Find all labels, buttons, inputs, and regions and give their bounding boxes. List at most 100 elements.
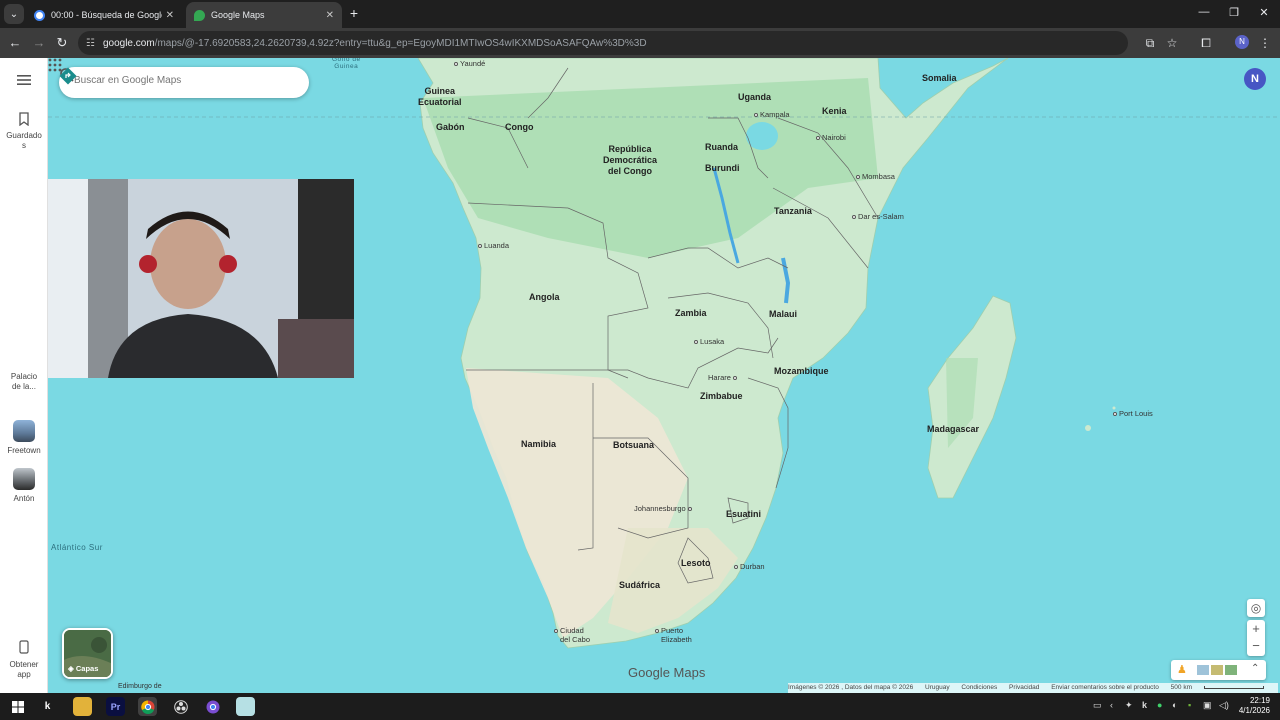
zoom-out-button[interactable]: − [1247, 637, 1265, 654]
country-label-somalia[interactable]: Somalia [922, 73, 957, 84]
country-label-tanzania[interactable]: Tanzania [774, 206, 812, 217]
country-label-rwanda[interactable]: Ruanda [705, 142, 738, 153]
site-info-icon[interactable]: ☷ [86, 38, 95, 49]
terrain-thumb[interactable] [1211, 665, 1223, 675]
imagery-thumb[interactable] [1197, 665, 1209, 675]
tray-icon[interactable]: ▭ [1093, 700, 1102, 711]
restore-button[interactable]: ❐ [1226, 6, 1242, 19]
tab-search-button[interactable]: ⌄ [4, 4, 24, 24]
kick-app-icon[interactable]: k [38, 697, 57, 716]
notepad-icon[interactable] [236, 697, 255, 716]
city-label[interactable]: Ciudad del Cabo [554, 626, 590, 644]
premiere-icon[interactable]: Pr [106, 697, 125, 716]
clock-date: 4/1/2026 [1238, 706, 1270, 715]
country-label-namibia[interactable]: Namibia [521, 439, 556, 450]
country-label-mozambique[interactable]: Mozambique [774, 366, 829, 377]
edge-place-label: Edimburgo de [118, 683, 162, 690]
tray-icon[interactable]: ◐ [1172, 700, 1177, 710]
city-label[interactable]: Nairobi [816, 133, 846, 142]
country-label-angola[interactable]: Angola [529, 292, 560, 303]
close-icon[interactable]: ✕ [326, 10, 334, 21]
maps-pin-icon [194, 9, 205, 21]
tab-google-maps[interactable]: Google Maps ✕ [186, 2, 342, 28]
browser-profile-avatar[interactable]: N [1235, 35, 1249, 49]
city-label[interactable]: Port Louis [1113, 409, 1153, 418]
account-avatar[interactable]: N [1244, 68, 1266, 90]
country-label-zambia[interactable]: Zambia [675, 308, 707, 319]
city-label[interactable]: Yaundé [454, 59, 485, 68]
obs-icon[interactable] [171, 697, 190, 716]
country-label-south-africa[interactable]: Sudáfrica [619, 580, 660, 591]
scale-bar [1203, 685, 1264, 689]
city-label[interactable]: Puerto Elizabeth [655, 626, 692, 644]
scale-label[interactable]: 500 km [1171, 684, 1192, 691]
forward-button[interactable]: → [30, 34, 48, 52]
new-tab-button[interactable]: + [346, 5, 362, 21]
country-label-zimbabwe[interactable]: Zimbabue [700, 391, 743, 402]
tray-icon[interactable]: k [1142, 700, 1147, 710]
menu-dots-icon[interactable]: ⋮ [1256, 34, 1274, 52]
tray-icon[interactable]: ‹ [1110, 700, 1113, 710]
sidebar-item-recent-1[interactable]: Palacio de la... [0, 372, 48, 392]
apps-grid-icon[interactable] [48, 58, 62, 72]
sidebar-item-recent-2[interactable]: Freetown [0, 420, 48, 456]
star-icon[interactable]: ☆ [1163, 34, 1181, 52]
country-label-uganda[interactable]: Uganda [738, 92, 771, 103]
close-window-button[interactable]: ✕ [1256, 6, 1272, 19]
close-icon[interactable]: ✕ [166, 10, 174, 21]
country-label-kenya[interactable]: Kenia [822, 106, 847, 117]
country-label-burundi[interactable]: Burundi [705, 163, 740, 174]
city-label[interactable]: Harare [708, 373, 739, 382]
city-label[interactable]: Kampala [754, 110, 790, 119]
city-label[interactable]: Durban [734, 562, 765, 571]
city-label[interactable]: Mombasa [856, 172, 895, 181]
zoom-in-button[interactable]: + [1247, 620, 1265, 637]
start-button[interactable] [8, 697, 27, 716]
reload-button[interactable]: ↻ [53, 34, 71, 52]
city-label[interactable]: Luanda [478, 241, 509, 250]
city-label[interactable]: Dar es-Salam [852, 212, 904, 221]
minimize-button[interactable]: — [1196, 6, 1212, 18]
country-label-congo[interactable]: Congo [505, 122, 534, 133]
city-label[interactable]: Lusaka [694, 337, 724, 346]
back-button[interactable]: ← [6, 34, 24, 52]
tab-google-search[interactable]: 00:00 - Búsqueda de Google ✕ [26, 2, 182, 28]
google-icon [34, 9, 45, 21]
extensions-icon[interactable]: ⧠ [1197, 34, 1215, 52]
tray-icon[interactable]: ▪ [1188, 700, 1191, 710]
chrome-icon[interactable] [138, 697, 157, 716]
system-clock[interactable]: 22:19 4/1/2026 [1236, 696, 1270, 716]
country-label-equatorial-guinea[interactable]: Guinea Ecuatorial [418, 86, 462, 108]
country-label-gabon[interactable]: Gabón [436, 122, 465, 133]
country-label-eswatini[interactable]: Esuatini [726, 509, 761, 520]
country-link[interactable]: Uruguay [925, 684, 950, 691]
country-label-madagascar[interactable]: Madagascar [927, 424, 979, 435]
tray-icon[interactable]: ● [1157, 700, 1162, 710]
search-input[interactable] [74, 75, 244, 86]
sidebar-item-recent-3[interactable]: Antón [0, 468, 48, 504]
chevron-up-icon[interactable]: ⌃ [1251, 663, 1259, 674]
sidebar-item-saved[interactable]: Guardado s [0, 112, 48, 151]
country-label-botswana[interactable]: Botsuana [613, 440, 654, 451]
country-label-malawi[interactable]: Malaui [769, 309, 797, 320]
layers-button[interactable]: ◈ Capas [62, 628, 113, 679]
terms-link[interactable]: Condiciones [961, 684, 997, 691]
chrome-profile-icon[interactable] [203, 697, 222, 716]
city-label[interactable]: Johannesburgo [634, 504, 694, 513]
satellite-thumb-small[interactable] [1225, 665, 1237, 675]
volume-icon[interactable]: ◁) [1219, 700, 1229, 711]
menu-icon[interactable] [0, 74, 48, 89]
privacy-link[interactable]: Privacidad [1009, 684, 1039, 691]
country-label-lesotho[interactable]: Lesoto [681, 558, 711, 569]
my-location-button[interactable]: ◎ [1247, 599, 1265, 617]
pegman-icon[interactable]: ♟ [1177, 663, 1187, 676]
cast-icon[interactable]: ⧉ [1141, 34, 1159, 52]
network-icon[interactable]: ▣ [1203, 700, 1212, 711]
file-explorer-icon[interactable] [73, 697, 92, 716]
address-bar[interactable]: ☷ google.com /maps/@-17.6920583,24.26207… [78, 31, 1128, 55]
sidebar-item-get-app[interactable]: Obtener app [0, 640, 48, 680]
feedback-link[interactable]: Enviar comentarios sobre el producto [1051, 684, 1159, 691]
country-label-drc[interactable]: República Democrática del Congo [603, 144, 657, 177]
map-canvas[interactable]: Guinea Ecuatorial Gabón Congo República … [48, 58, 1280, 693]
tray-icon[interactable]: ✦ [1125, 700, 1133, 711]
